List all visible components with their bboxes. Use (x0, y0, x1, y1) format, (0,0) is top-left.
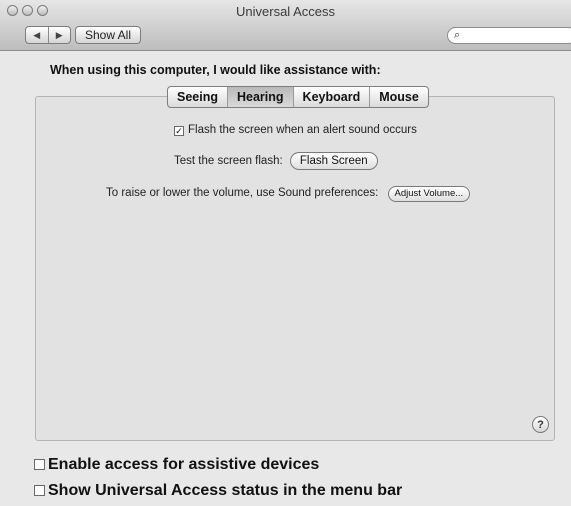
flash-screen-label: Flash the screen when an alert sound occ… (188, 124, 417, 136)
back-button[interactable]: ◀ (26, 27, 48, 43)
window-title: Universal Access (236, 4, 335, 19)
adjust-volume-button[interactable]: Adjust Volume... (387, 186, 471, 202)
back-arrow-icon: ◀ (33, 29, 41, 40)
search-field[interactable]: ⌕ (447, 27, 571, 44)
assistance-prompt: When using this computer, I would like a… (50, 63, 381, 77)
assistive-devices-option: Enable access for assistive devices (34, 456, 319, 474)
assistive-devices-checkbox[interactable] (34, 459, 45, 470)
tab-bar: Seeing Hearing Keyboard Mouse (167, 86, 429, 108)
tab-keyboard[interactable]: Keyboard (292, 87, 370, 107)
tab-hearing[interactable]: Hearing (227, 87, 293, 107)
tab-panel (35, 96, 555, 441)
nav-segmented-control: ◀ ▶ (25, 26, 71, 44)
menu-bar-status-checkbox[interactable] (34, 485, 45, 496)
menu-bar-status-label: Show Universal Access status in the menu… (48, 482, 403, 499)
search-icon: ⌕ (454, 29, 461, 41)
menu-bar-status-option: Show Universal Access status in the menu… (34, 482, 402, 500)
title-bar: Universal Access ◀ ▶ Show All ⌕ (0, 0, 571, 51)
tab-mouse[interactable]: Mouse (369, 87, 428, 107)
test-flash-label: Test the screen flash: (174, 155, 283, 167)
volume-label: To raise or lower the volume, use Sound … (106, 187, 379, 199)
help-button[interactable]: ? (532, 416, 549, 433)
tab-seeing[interactable]: Seeing (168, 87, 227, 107)
forward-button[interactable]: ▶ (47, 27, 71, 43)
forward-arrow-icon: ▶ (55, 29, 63, 40)
test-flash-row: Test the screen flash: Flash Screen (174, 152, 378, 170)
flash-screen-option: ✓ Flash the screen when an alert sound oc… (174, 124, 417, 136)
preferences-window: Universal Access ◀ ▶ Show All ⌕ When usi… (0, 0, 571, 506)
assistive-devices-label: Enable access for assistive devices (48, 456, 320, 473)
volume-row: To raise or lower the volume, use Sound … (106, 186, 471, 202)
flash-screen-button[interactable]: Flash Screen (289, 152, 378, 170)
show-all-button[interactable]: Show All (75, 26, 141, 44)
flash-screen-checkbox[interactable]: ✓ (174, 126, 184, 136)
